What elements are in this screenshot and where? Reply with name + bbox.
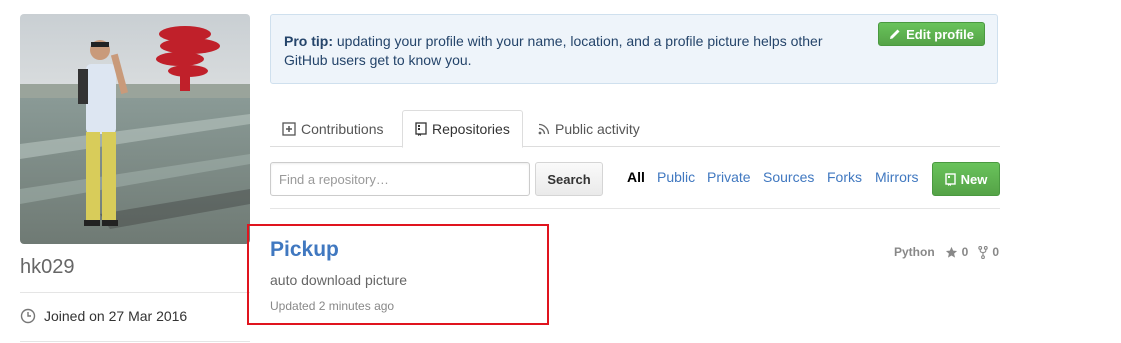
tab-public-activity[interactable]: Public activity bbox=[526, 110, 652, 147]
pencil-icon bbox=[890, 29, 900, 39]
edit-profile-label: Edit profile bbox=[906, 26, 974, 42]
repo-icon bbox=[415, 122, 427, 136]
tab-label: Repositories bbox=[432, 121, 510, 137]
pro-tip-text: Pro tip: updating your profile with your… bbox=[284, 32, 864, 70]
search-button[interactable]: Search bbox=[535, 162, 603, 196]
joined-date: Joined on 27 Mar 2016 bbox=[20, 308, 187, 324]
clock-icon bbox=[20, 308, 36, 324]
repo-name-link[interactable]: Pickup bbox=[270, 238, 339, 262]
pro-tip-message: updating your profile with your name, lo… bbox=[284, 33, 823, 68]
tab-label: Contributions bbox=[301, 120, 384, 137]
joined-text: Joined on 27 Mar 2016 bbox=[44, 308, 188, 324]
fork-icon bbox=[978, 245, 989, 259]
tab-label: Public activity bbox=[555, 120, 640, 137]
repo-icon bbox=[944, 172, 956, 186]
repo-search-input[interactable] bbox=[270, 162, 530, 196]
username: hk029 bbox=[20, 256, 75, 278]
divider bbox=[20, 292, 250, 293]
avatar[interactable] bbox=[20, 14, 250, 244]
pro-tip-label: Pro tip: bbox=[284, 33, 333, 49]
pro-tip-banner: Pro tip: updating your profile with your… bbox=[270, 14, 998, 84]
divider bbox=[270, 208, 1000, 209]
repo-description: auto download picture bbox=[270, 272, 407, 288]
repo-fork-count[interactable]: 0 bbox=[992, 245, 999, 259]
filter-all[interactable]: All bbox=[627, 169, 645, 185]
star-icon bbox=[945, 246, 957, 258]
tab-repositories[interactable]: Repositories bbox=[402, 110, 523, 148]
filter-public[interactable]: Public bbox=[657, 169, 695, 185]
filter-forks[interactable]: Forks bbox=[827, 169, 862, 185]
filter-mirrors[interactable]: Mirrors bbox=[875, 169, 919, 185]
rss-icon bbox=[538, 123, 550, 134]
new-button-label: New bbox=[960, 171, 988, 187]
repo-language: Python bbox=[894, 245, 935, 259]
repo-stats: Python 0 0 bbox=[894, 245, 999, 259]
plus-square-icon bbox=[282, 121, 296, 136]
new-repo-button[interactable]: New bbox=[932, 162, 1000, 196]
filter-sources[interactable]: Sources bbox=[763, 169, 814, 185]
repo-updated-time: Updated 2 minutes ago bbox=[270, 299, 395, 313]
repo-star-count[interactable]: 0 bbox=[962, 245, 969, 259]
profile-tabs: Contributions Repositories Public activi… bbox=[270, 110, 1000, 148]
tab-contributions[interactable]: Contributions bbox=[270, 110, 396, 147]
divider bbox=[20, 341, 250, 342]
edit-profile-button[interactable]: Edit profile bbox=[878, 22, 985, 46]
filter-private[interactable]: Private bbox=[707, 169, 751, 185]
